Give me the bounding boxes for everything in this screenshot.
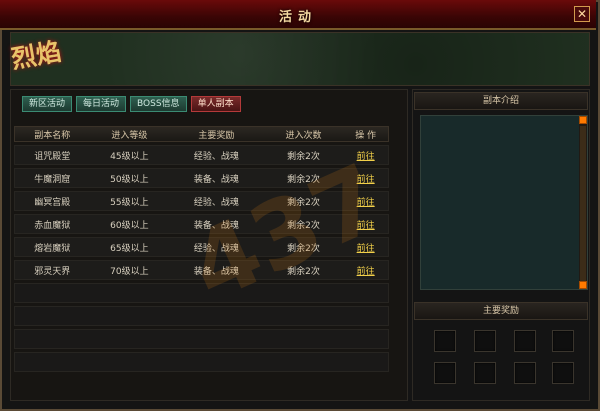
scroll-up-arrow-icon[interactable] [579, 116, 587, 124]
tab-boss-info[interactable]: BOSS信息 [130, 96, 187, 112]
table-header: 副本名称 进入等级 主要奖励 进入次数 操 作 [14, 126, 389, 142]
banner [10, 32, 590, 86]
tab-solo-dungeon[interactable]: 单人副本 [190, 96, 241, 112]
entry-level: 65级以上 [110, 243, 149, 254]
header-main-reward: 主要奖励 [198, 130, 235, 141]
entry-count: 剩余2次 [287, 243, 320, 254]
reward-slot[interactable] [434, 330, 456, 352]
entry-level: 50级以上 [110, 174, 149, 185]
tab-new-server-events[interactable]: 新区活动 [22, 96, 73, 112]
tab-daily-events[interactable]: 每日活动 [76, 96, 127, 112]
reward-slot[interactable] [552, 362, 574, 384]
go-button[interactable]: 前往 [357, 221, 375, 231]
dungeon-intro-header: 副本介绍 [414, 92, 588, 110]
reward-slot[interactable] [514, 330, 536, 352]
header-dungeon-name: 副本名称 [34, 130, 71, 141]
entry-count: 剩余2次 [287, 266, 320, 277]
main-reward: 装备、战魂 [193, 174, 239, 185]
go-button[interactable]: 前往 [357, 244, 375, 254]
reward-slots [434, 330, 574, 390]
scroll-thumb[interactable] [580, 126, 586, 282]
table-row: 邪灵天界 70级以上 装备、战魂 剩余2次 前往 [14, 260, 389, 280]
dungeon-name: 牛魔洞窟 [34, 174, 71, 185]
reward-slot[interactable] [514, 362, 536, 384]
header-entry-count: 进入次数 [285, 130, 322, 141]
window-title: 活动 [278, 10, 317, 25]
table-row: 幽冥宫殿 55级以上 经验、战魂 剩余2次 前往 [14, 191, 389, 211]
go-button[interactable]: 前往 [357, 152, 375, 162]
go-button[interactable]: 前往 [357, 198, 375, 208]
empty-row [14, 306, 389, 326]
table-row: 诅咒殿堂 45级以上 经验、战魂 剩余2次 前往 [14, 145, 389, 165]
reward-slot[interactable] [474, 362, 496, 384]
empty-row [14, 329, 389, 349]
main-reward: 经验、战魂 [193, 197, 239, 208]
entry-count: 剩余2次 [287, 151, 320, 162]
dungeon-name: 幽冥宫殿 [34, 197, 71, 208]
main-reward: 装备、战魂 [193, 266, 239, 277]
dungeon-name: 诅咒殿堂 [34, 151, 71, 162]
entry-count: 剩余2次 [287, 174, 320, 185]
reward-slot[interactable] [552, 330, 574, 352]
main-reward-header: 主要奖励 [414, 302, 588, 320]
title-bar: 活动 ✕ [0, 0, 596, 30]
dungeon-name: 邪灵天界 [34, 266, 71, 277]
table-row: 赤血魔狱 60级以上 装备、战魂 剩余2次 前往 [14, 214, 389, 234]
dungeon-name: 熔岩魔狱 [34, 243, 71, 254]
main-reward: 装备、战魂 [193, 220, 239, 231]
empty-row [14, 352, 389, 372]
dungeon-table: 副本名称 进入等级 主要奖励 进入次数 操 作 诅咒殿堂 45级以上 经验、战魂… [14, 126, 389, 372]
dungeon-name: 赤血魔狱 [34, 220, 71, 231]
tab-bar: 新区活动 每日活动 BOSS信息 单人副本 [22, 96, 241, 112]
entry-count: 剩余2次 [287, 197, 320, 208]
table-row: 熔岩魔狱 65级以上 经验、战魂 剩余2次 前往 [14, 237, 389, 257]
reward-slot[interactable] [474, 330, 496, 352]
entry-level: 60级以上 [110, 220, 149, 231]
main-reward: 经验、战魂 [193, 243, 239, 254]
go-button[interactable]: 前往 [357, 175, 375, 185]
go-button[interactable]: 前往 [357, 267, 375, 277]
entry-count: 剩余2次 [287, 220, 320, 231]
scroll-down-arrow-icon[interactable] [579, 281, 587, 289]
header-entry-level: 进入等级 [111, 130, 148, 141]
header-action: 操 作 [355, 130, 377, 141]
reward-slot[interactable] [434, 362, 456, 384]
entry-level: 45级以上 [110, 151, 149, 162]
main-reward: 经验、战魂 [193, 151, 239, 162]
empty-row [14, 283, 389, 303]
dungeon-intro-box [420, 115, 588, 290]
entry-level: 70级以上 [110, 266, 149, 277]
table-row: 牛魔洞窟 50级以上 装备、战魂 剩余2次 前往 [14, 168, 389, 188]
close-button[interactable]: ✕ [574, 6, 590, 22]
entry-level: 55级以上 [110, 197, 149, 208]
